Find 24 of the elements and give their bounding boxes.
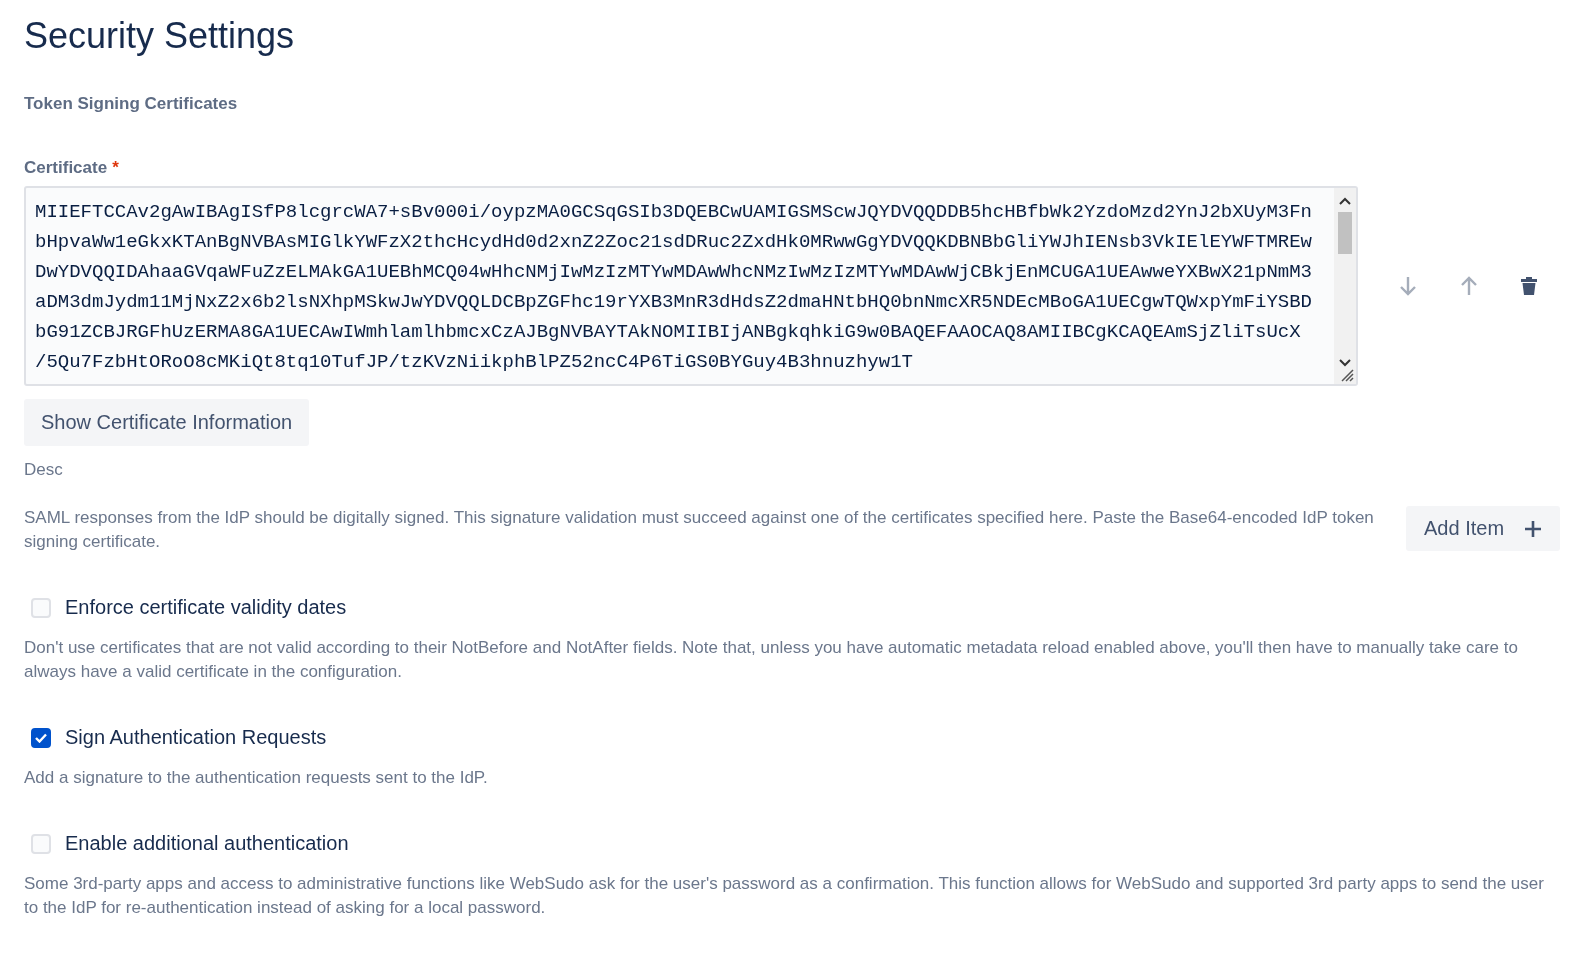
- help-text: Add a signature to the authentication requests sent to the IdP.: [24, 767, 489, 789]
- scrollbar-thumb[interactable]: [1338, 212, 1352, 254]
- page-title: Security Settings: [24, 14, 296, 58]
- scroll-up-icon[interactable]: [1338, 196, 1352, 206]
- resize-grip-icon[interactable]: [1340, 368, 1354, 382]
- description-text: SAML responses from the IdP should be digitally signed. This signature validation must succeed against one of the certificates specified here. Paste the Base64-encoded IdP token signing certificate.: [24, 507, 1375, 553]
- field-label: Certificate: [24, 158, 108, 178]
- desc-label: Desc: [24, 460, 64, 480]
- checkbox-label: Enforce certificate validity dates: [65, 596, 347, 619]
- checkmark-icon: [35, 732, 47, 743]
- required-mark: *: [112, 158, 119, 178]
- scroll-down-icon[interactable]: [1338, 358, 1352, 368]
- help-text: Don't use certificates that are not valid according to their NotBefore and NotAfter fields. Note that, unless you have automatic metadata reload enabled above, you'll then have to manually take care to always have a valid certificate in the configuration.: [24, 637, 1519, 683]
- add-item-button[interactable]: Add Item: [1406, 506, 1561, 551]
- scrollbar[interactable]: [1334, 188, 1356, 384]
- certificate-field[interactable]: MIIEFTCCAv2gAwIBAgISfP8lcgrcWA7+sBv000i/oypzMA0GCSqGSIb3DQEBCwUAMIGSMScwJQYDVQQDDB5hcHBfbWk2YzdoMzd2YnJ2bXUyM3Fn bHpvaWw1eGkxKTAnBgNVBAsMIGlkYWFzX2thcHcydHd0d2xnZ2Zoc21sdDRuc2ZxdHk0MRwwGgYDVQQKDBNBbGliYWJhIENsb3VkIElEYWFTMREw DwYDVQQIDAhaaGVqaWFuZzELMAkGA1UEBhMCQ04wHhcNMjIwMzIzMTYwMDAwWhcNMzIwMzIzMTYwMDAwWjCBkjEnMCUGA1UEAwweYXBwX21pNmM3 aDM3dmJydm11MjNxZ2x6b2lsNXhpMSkwJwYDVQQLDCBpZGFhc19rYXB3MnR3dHdsZ2dmaHNtbHQ0bnNmcXR5NDEcMBoGA1UECgwTQWxpYmFiYSBD bG91ZCBJRGFhUzERMA8GA1UECAwIWmhlamlhbmcxCzAJBgNVBAYTAkNOMIIBIjANBgkqhkiG9w0BAQEFAAOCAQ8AMIIBCgKCAQEAmSjZliTsUcX /5Qu7FzbHtORoO8cMKiQt8tq10TufJP/tzKVzNiikphBlPZ52ncC4P6TiGS0BYGuy4B3hnuzhyw1T: [24, 186, 1358, 386]
- plus-icon: [1524, 519, 1543, 538]
- checkbox[interactable]: [31, 727, 51, 748]
- checkbox-label: Enable additional authentication: [65, 832, 349, 855]
- show-certificate-button[interactable]: Show Certificate Information: [24, 399, 310, 446]
- help-text: Some 3rd-party apps and access to administrative functions like WebSudo ask for the user's password as a confirmation. This function allows for WebSudo and supported 3rd party apps to send the user to the IdP for re-authentication instead of asking for a local password.: [24, 873, 1545, 919]
- trash-icon[interactable]: [1519, 276, 1539, 296]
- section-heading: Token Signing Certificates: [24, 94, 239, 114]
- checkbox-label: Sign Authentication Requests: [65, 726, 327, 749]
